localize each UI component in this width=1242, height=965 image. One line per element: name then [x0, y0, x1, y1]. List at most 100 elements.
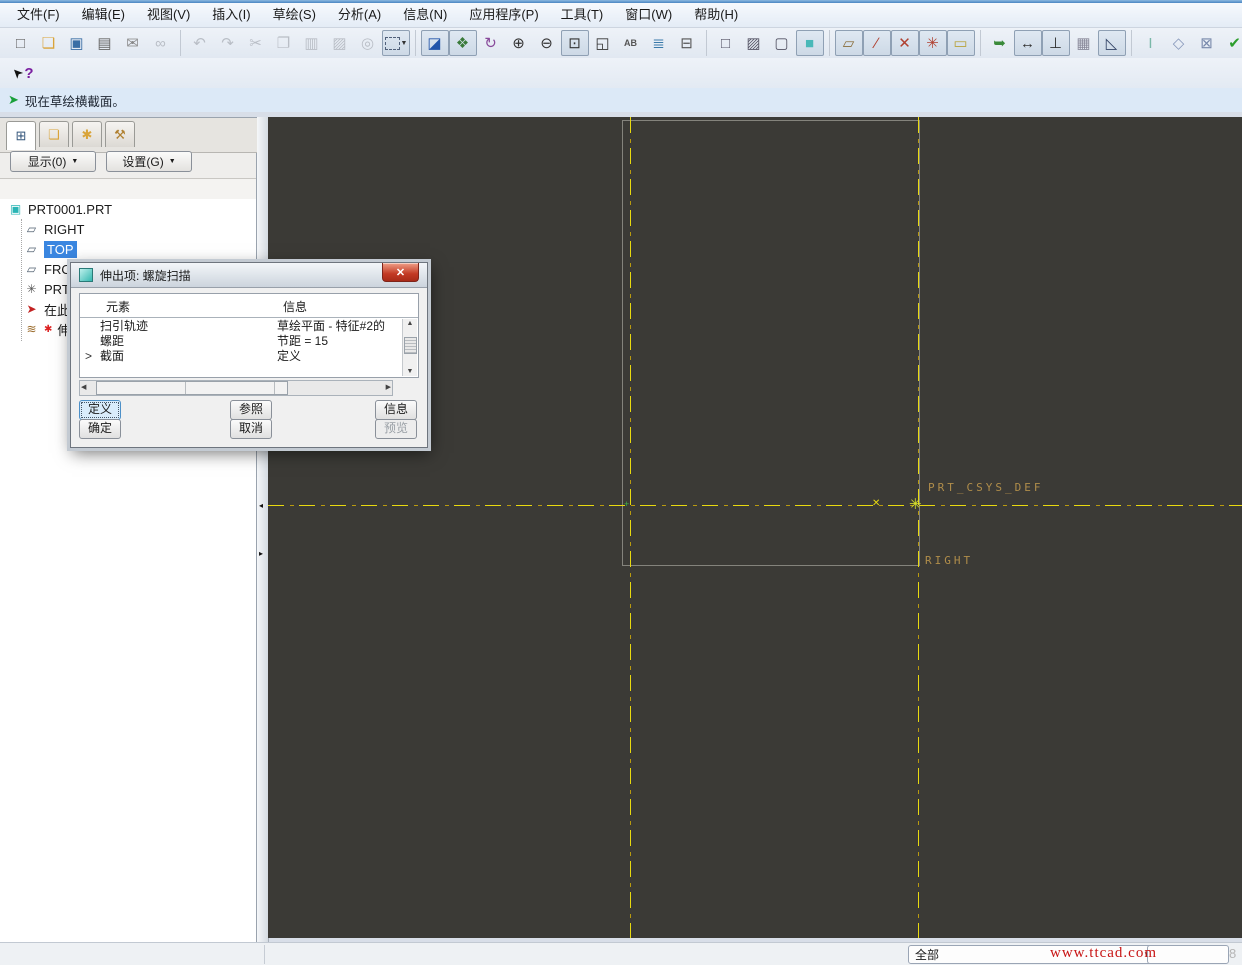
tree-item-part[interactable]: ▣PRT0001.PRT [0, 199, 256, 219]
tree-item-right[interactable]: ▱RIGHT [0, 219, 256, 239]
define-button[interactable]: 定义 [79, 400, 121, 420]
csys-label[interactable]: PRT_CSYS_DEF [928, 481, 1043, 494]
vertical-scroll-thumb[interactable] [404, 337, 417, 354]
tab-model-tree[interactable]: ⊞ [6, 121, 36, 150]
tab-favorites[interactable]: ✱ [72, 121, 102, 147]
copy-icon[interactable]: ❐ [270, 30, 298, 56]
grid-display-icon[interactable]: ▦ [1070, 30, 1098, 56]
paste-icon[interactable]: ▥ [298, 30, 326, 56]
vertical-centerline-right[interactable] [918, 117, 919, 938]
menu-help[interactable]: 帮助(H) [683, 3, 749, 27]
csys-marker-icon[interactable]: ✳ [909, 495, 922, 513]
menu-window[interactable]: 窗口(W) [614, 3, 683, 27]
horizontal-scroll-thumb[interactable] [96, 381, 288, 395]
spin-center-icon[interactable]: ↻ [477, 30, 505, 56]
sketch-view-icon[interactable]: ◪ [421, 30, 449, 56]
graphics-canvas[interactable]: + ✕ ✳ PRT_CSYS_DEF RIGHT [268, 117, 1242, 938]
menu-applications[interactable]: 应用程序(P) [458, 3, 549, 27]
cut-icon[interactable]: ✂ [242, 30, 270, 56]
shaded-icon[interactable]: ■ [796, 30, 824, 56]
axis-display-icon[interactable]: ∕ [863, 30, 891, 56]
undo-icon[interactable]: ↶ [186, 30, 214, 56]
refit-icon[interactable]: ◱ [589, 30, 617, 56]
no-hidden-icon[interactable]: ▢ [768, 30, 796, 56]
element-rows: 扫引轨迹草绘平面 - 特征#2的 螺距节距 = 15 >截面定义 [80, 319, 402, 364]
horizontal-centerline[interactable] [268, 505, 1242, 506]
zoom-out-icon[interactable]: ⊖ [533, 30, 561, 56]
close-icon[interactable]: ✕ [382, 263, 419, 282]
collapse-right-icon[interactable]: ▸ [259, 549, 263, 558]
filter-value: 全部 [915, 946, 939, 963]
menu-analysis[interactable]: 分析(A) [327, 3, 392, 27]
dialog-title: 伸出项: 螺旋扫描 [100, 267, 191, 284]
selection-box-icon[interactable]: ▼ [382, 30, 410, 56]
horizontal-scrollbar[interactable]: ◀ ▶ [79, 380, 393, 396]
vertical-centerline-left[interactable] [630, 117, 631, 938]
menu-tools[interactable]: 工具(T) [550, 3, 615, 27]
menu-edit[interactable]: 编辑(E) [71, 3, 136, 27]
construction-icon[interactable]: ◇ [1165, 30, 1193, 56]
content-region: ⊞❏✱⚒ 显示(0) ▼ 设置(G) ▼ ▣PRT0001.PRT ▱R [0, 112, 1242, 942]
column-element: 元素 [106, 298, 130, 315]
dialog-row-trajectory[interactable]: 扫引轨迹草绘平面 - 特征#2的 [80, 319, 402, 334]
menu-info[interactable]: 信息(N) [392, 3, 458, 27]
watermark-text: www.ttcad.com [1050, 945, 1157, 962]
link-icon[interactable]: ∞ [147, 30, 175, 56]
scroll-down-icon[interactable]: ▼ [403, 368, 417, 375]
menu-view[interactable]: 视图(V) [136, 3, 201, 27]
menu-sketch[interactable]: 草绘(S) [262, 3, 327, 27]
tab-folder-browser[interactable]: ❏ [39, 121, 69, 147]
settings-dropdown-button[interactable]: 设置(G) ▼ [106, 151, 192, 172]
annotation-ab-icon[interactable]: AB [617, 30, 645, 56]
collapse-left-icon[interactable]: ◂ [259, 501, 263, 510]
scroll-right-icon[interactable]: ▶ [386, 383, 391, 391]
ok-button[interactable]: 确定 [79, 419, 121, 439]
scroll-left-icon[interactable]: ◀ [81, 383, 86, 391]
point-display-icon[interactable]: ✕ [891, 30, 919, 56]
info-button[interactable]: 信息 [375, 400, 417, 420]
wireframe-icon[interactable]: □ [712, 30, 740, 56]
menu-insert[interactable]: 插入(I) [201, 3, 261, 27]
tab-connections[interactable]: ⚒ [105, 121, 135, 147]
find-icon[interactable]: ◎ [354, 30, 382, 56]
csys-display-icon[interactable]: ✳ [919, 30, 947, 56]
tree-connector-line [21, 219, 22, 341]
open-folder-icon[interactable]: ❏ [35, 30, 63, 56]
status-divider [264, 945, 265, 964]
context-help-icon[interactable]: ➤? [10, 62, 36, 84]
tree-item-top[interactable]: ▱TOP [0, 239, 256, 259]
send-mail-icon[interactable]: ✉ [119, 30, 147, 56]
vertical-scrollbar[interactable]: ▲ ▼ [402, 319, 417, 376]
no-section-icon[interactable]: ⊠ [1193, 30, 1221, 56]
zoom-in-icon[interactable]: ⊕ [505, 30, 533, 56]
accept-section-icon[interactable]: ✔ [1221, 30, 1242, 56]
paste-special-icon[interactable]: ▨ [326, 30, 354, 56]
plane-display-icon[interactable]: ▱ [835, 30, 863, 56]
references-button[interactable]: 参照 [230, 400, 272, 420]
vertex-display-icon[interactable]: ◺ [1098, 30, 1126, 56]
save-icon[interactable]: ▣ [63, 30, 91, 56]
right-plane-label[interactable]: RIGHT [925, 554, 973, 567]
section-ibeam-icon[interactable]: I [1137, 30, 1165, 56]
new-file-icon[interactable]: □ [7, 30, 35, 56]
cancel-button[interactable]: 取消 [230, 419, 272, 439]
dialog-title-bar[interactable]: 伸出项: 螺旋扫描 ✕ [71, 263, 427, 288]
tree-toolbar: 显示(0) ▼ 设置(G) ▼ [0, 151, 266, 175]
datum-filter-icon[interactable]: ❖ [449, 30, 477, 56]
constraint-display-icon[interactable]: ⊥ [1042, 30, 1070, 56]
show-dropdown-button[interactable]: 显示(0) ▼ [10, 151, 96, 172]
dim-display-icon[interactable]: ↔ [1014, 30, 1042, 56]
redo-icon[interactable]: ↷ [214, 30, 242, 56]
model-tree-icon[interactable]: ⊟ [673, 30, 701, 56]
menu-file[interactable]: 文件(F) [6, 3, 71, 27]
layers-icon[interactable]: ≣ [645, 30, 673, 56]
orient-sketch-icon[interactable]: ➥ [986, 30, 1014, 56]
hidden-line-icon[interactable]: ▨ [740, 30, 768, 56]
annotation-display-icon[interactable]: ▭ [947, 30, 975, 56]
toolbar-group-sketcher-display: ➥↔⊥▦◺ [980, 30, 1129, 56]
dialog-row-section[interactable]: >截面定义 [80, 349, 402, 364]
zoom-window-icon[interactable]: ⊡ [561, 30, 589, 56]
print-icon[interactable]: ▤ [91, 30, 119, 56]
dialog-row-pitch[interactable]: 螺距节距 = 15 [80, 334, 402, 349]
scroll-up-icon[interactable]: ▲ [403, 320, 417, 327]
